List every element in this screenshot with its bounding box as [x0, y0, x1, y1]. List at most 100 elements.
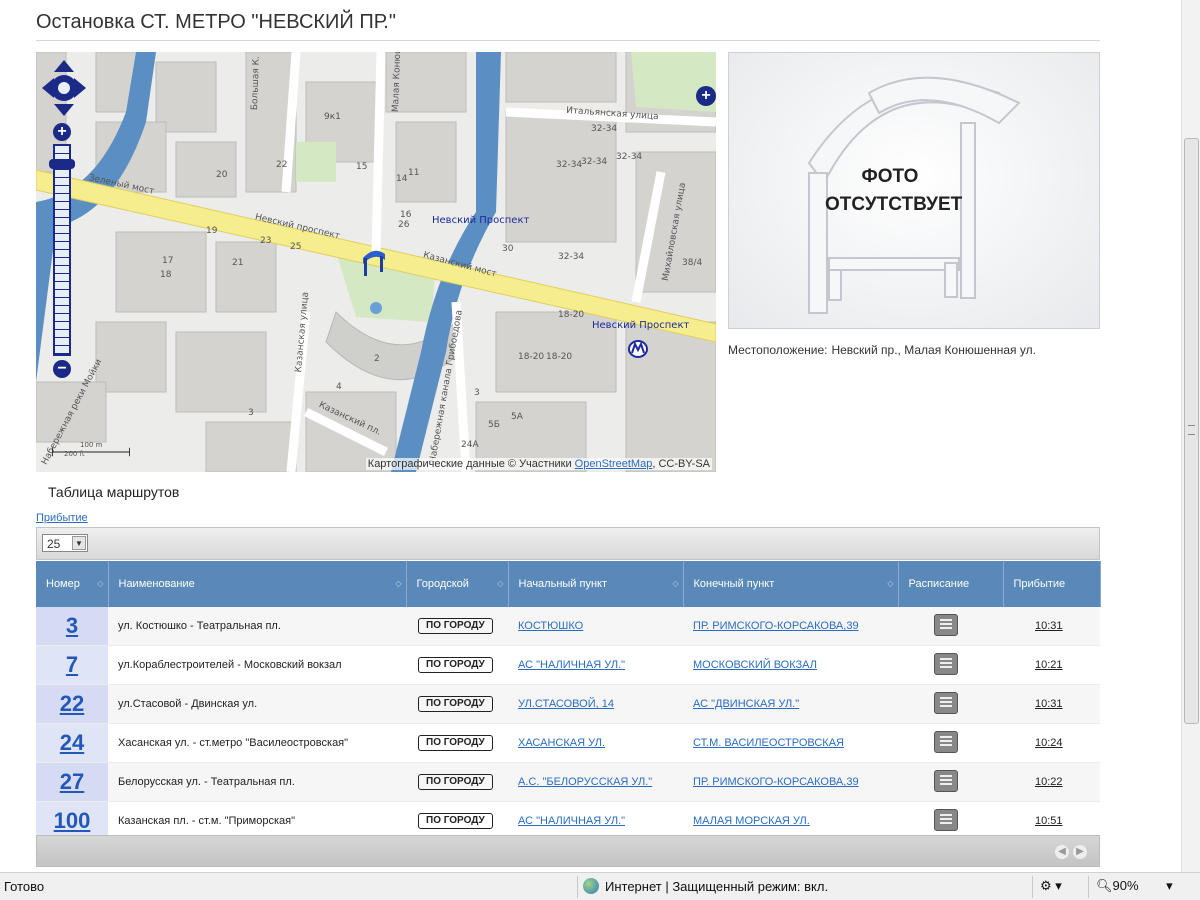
arrival-link[interactable]: Прибытие [36, 512, 88, 524]
schedule-icon[interactable] [934, 691, 958, 714]
stop-location: Местоположение: Невский пр., Малая Конюше… [728, 343, 1040, 357]
route-number-cell: 24 [36, 723, 108, 763]
map-label-metro-2: Невский Проспект [592, 320, 690, 331]
zoom-slider[interactable] [53, 144, 71, 356]
house-number: 9к1 [324, 112, 341, 122]
house-number: 18 [160, 270, 172, 280]
zoom-in-button[interactable]: + [53, 123, 71, 141]
city-route-badge: ПО ГОРОДУ [418, 696, 493, 712]
route-end-link[interactable]: СТ.М. ВАСИЛЕОСТРОВСКАЯ [693, 737, 844, 749]
route-type-cell: ПО ГОРОДУ [406, 645, 508, 685]
house-number: 38/4 [682, 258, 703, 268]
house-number: 32-34 [558, 252, 585, 262]
pan-control-icon[interactable] [42, 60, 86, 116]
route-start-link[interactable]: КОСТЮШКО [518, 620, 583, 632]
route-schedule-cell [898, 645, 1003, 685]
route-name: Хасанская ул. - ст.метро "Василеостровск… [108, 723, 406, 763]
house-number: 3 [248, 408, 254, 418]
arrival-time-link[interactable]: 10:22 [1035, 776, 1063, 788]
table-row: 24 Хасанская ул. - ст.метро "Василеостров… [36, 723, 1100, 763]
sort-icon: ◇ [672, 579, 679, 588]
route-end-link[interactable]: МАЛАЯ МОРСКАЯ УЛ. [693, 815, 810, 827]
house-number: 17 [162, 256, 174, 266]
route-end-cell: СТ.М. ВАСИЛЕОСТРОВСКАЯ [683, 723, 898, 763]
route-type-cell: ПО ГОРОДУ [406, 684, 508, 724]
house-number: 4 [336, 382, 342, 392]
scrollbar-thumb[interactable] [1184, 138, 1199, 724]
col-header-name[interactable]: Наименование ◇ [108, 561, 407, 607]
page-scrollbar[interactable] [1181, 0, 1200, 872]
route-number-link[interactable]: 100 [54, 808, 91, 833]
route-number-link[interactable]: 27 [60, 769, 84, 794]
route-end-link[interactable]: ПР. РИМСКОГО-КОРСАКОВА,39 [693, 776, 859, 788]
house-number: 32-34 [591, 124, 618, 134]
map[interactable]: Зеленый мост Невский проспект Невский Пр… [36, 52, 716, 472]
col-header-number[interactable]: Номер ◇ [36, 561, 109, 607]
route-start-link[interactable]: АС "НАЛИЧНАЯ УЛ." [518, 815, 625, 827]
pager-prev-icon[interactable]: ◀ [1055, 845, 1069, 859]
route-name: ул. Костюшко - Театральная пл. [108, 607, 406, 646]
pager-next-icon[interactable]: ▶ [1073, 845, 1087, 859]
zoom-slider-thumb[interactable] [49, 158, 75, 169]
route-number-link[interactable]: 24 [60, 730, 84, 755]
house-number: 23 [260, 236, 272, 246]
schedule-icon[interactable] [934, 808, 958, 831]
route-number-cell: 22 [36, 684, 108, 724]
arrival-time-link[interactable]: 10:24 [1035, 737, 1063, 749]
schedule-icon[interactable] [934, 652, 958, 675]
schedule-icon[interactable] [934, 769, 958, 792]
map-label-bolshaya: Большая К. [250, 56, 262, 111]
route-schedule-cell [898, 607, 1003, 646]
house-number: 18-20 [558, 310, 585, 320]
attribution-suffix: , CC-BY-SA [652, 458, 710, 470]
openstreetmap-link[interactable]: OpenStreetMap [575, 458, 653, 470]
house-number: 26 [398, 220, 410, 230]
route-start-link[interactable]: ХАСАНСКАЯ УЛ. [518, 737, 605, 749]
col-header-end[interactable]: Конечный пункт ◇ [683, 561, 899, 607]
zoom-out-button[interactable]: − [53, 360, 71, 378]
metro-logo-icon [628, 340, 648, 358]
city-route-badge: ПО ГОРОДУ [418, 813, 493, 829]
route-start-cell: А.С. "БЕЛОРУССКАЯ УЛ." [508, 762, 683, 802]
table-row: 3 ул. Костюшко - Театральная пл. ПО ГОРОДУ… [36, 607, 1100, 646]
route-number-link[interactable]: 22 [60, 691, 84, 716]
arrival-time-link[interactable]: 10:21 [1035, 659, 1063, 671]
security-zone[interactable]: Интернет | Защищенный режим: вкл. [583, 878, 828, 894]
city-route-badge: ПО ГОРОДУ [418, 735, 493, 751]
sort-icon: ◇ [395, 579, 402, 588]
arrival-time-link[interactable]: 10:31 [1035, 620, 1063, 632]
sort-icon: ◇ [887, 579, 894, 588]
arrival-time-link[interactable]: 10:31 [1035, 698, 1063, 710]
sort-icon: ◇ [497, 579, 504, 588]
house-number: 5Б [488, 420, 500, 430]
chevron-down-icon[interactable]: ▼ [72, 536, 86, 550]
security-settings[interactable]: ⚙ ▾ [1040, 878, 1062, 894]
routes-table: Номер ◇ Наименование ◇ Городской ◇ Начальны… [36, 561, 1101, 841]
schedule-icon[interactable] [934, 730, 958, 753]
photo-missing-text: ФОТО ОТСУТСТВУЕТ [825, 166, 963, 215]
col-header-start[interactable]: Начальный пункт ◇ [508, 561, 684, 607]
route-schedule-cell [898, 684, 1003, 724]
arrival-time-link[interactable]: 10:51 [1035, 815, 1063, 827]
route-number-link[interactable]: 7 [66, 652, 78, 677]
route-end-link[interactable]: АС "ДВИНСКАЯ УЛ." [693, 698, 799, 710]
route-start-link[interactable]: АС "НАЛИЧНАЯ УЛ." [518, 659, 625, 671]
location-label: Местоположение: [728, 343, 828, 357]
city-route-badge: ПО ГОРОДУ [418, 774, 493, 790]
bus-stop-marker-icon[interactable] [361, 244, 387, 278]
route-start-link[interactable]: УЛ.СТАСОВОЙ, 14 [518, 698, 614, 710]
route-start-link[interactable]: А.С. "БЕЛОРУССКАЯ УЛ." [518, 776, 652, 788]
route-number-link[interactable]: 3 [66, 613, 78, 638]
zoom-level[interactable]: 🔍︎90% ▾ [1096, 878, 1173, 894]
house-number: 3 [474, 388, 480, 398]
table-row: 22 ул.Стасовой - Двинская ул. ПО ГОРОДУ УЛ.… [36, 684, 1100, 724]
layer-switcher-button[interactable]: + [696, 86, 716, 106]
route-end-link[interactable]: ПР. РИМСКОГО-КОРСАКОВА,39 [693, 620, 859, 632]
route-number-cell: 7 [36, 645, 108, 685]
schedule-icon[interactable] [934, 613, 958, 636]
route-arrival-cell: 10:24 [1003, 723, 1100, 763]
route-end-link[interactable]: МОСКОВСКИЙ ВОКЗАЛ [693, 659, 817, 671]
status-ready: Готово [4, 879, 45, 894]
page-size-select[interactable]: 25 ▼ [42, 534, 88, 552]
col-header-city[interactable]: Городской ◇ [406, 561, 509, 607]
